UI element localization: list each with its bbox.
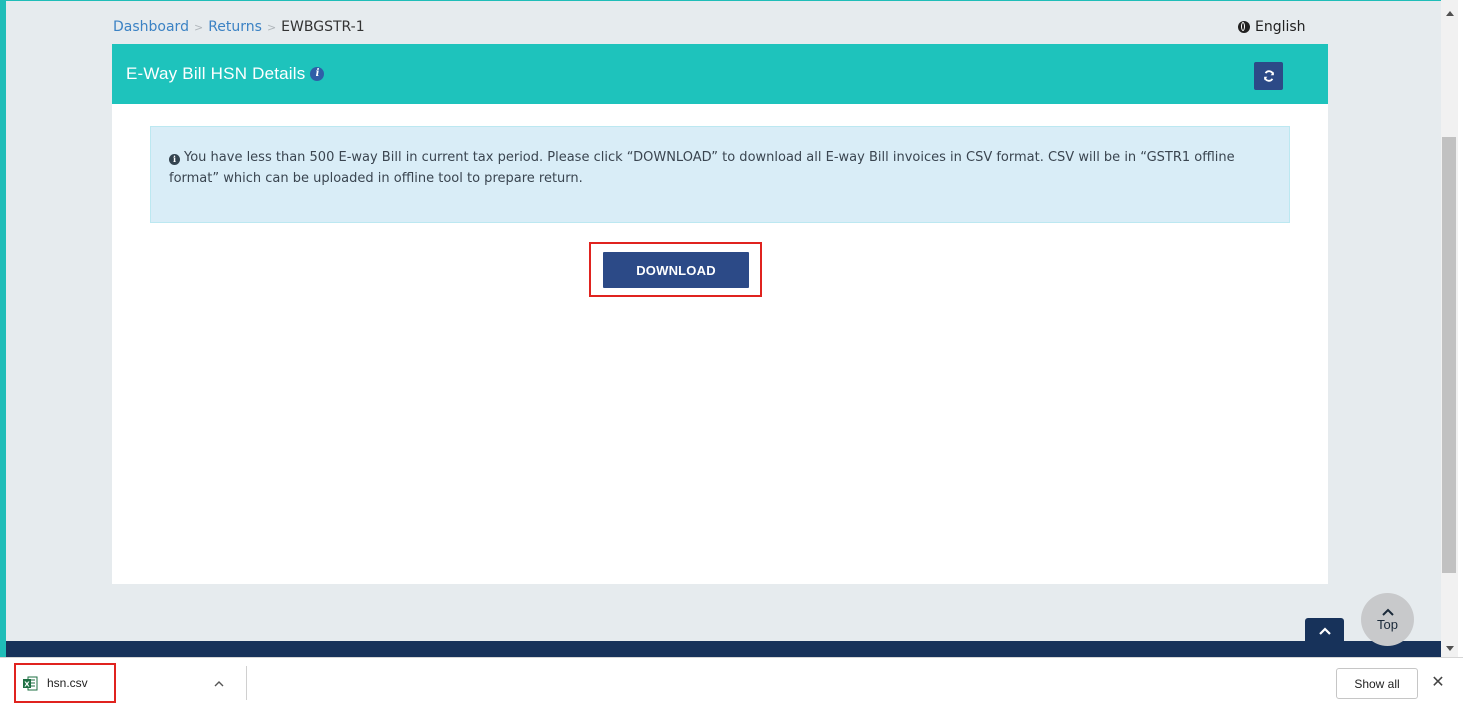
chevron-up-icon (1381, 608, 1394, 616)
refresh-icon (1263, 70, 1274, 82)
alert-text: You have less than 500 E-way Bill in cur… (169, 150, 1235, 186)
panel-header: E-Way Bill HSN Details i (112, 44, 1328, 104)
language-selector[interactable]: English (1238, 19, 1306, 35)
excel-icon: X (23, 676, 38, 690)
breadcrumb-dashboard[interactable]: Dashboard (113, 19, 189, 35)
refresh-button[interactable] (1254, 62, 1283, 90)
show-all-button[interactable]: Show all (1336, 668, 1418, 699)
page-title: E-Way Bill HSN Details (126, 64, 306, 83)
language-label: English (1255, 19, 1306, 35)
scrollbar-thumb[interactable] (1442, 137, 1456, 573)
back-to-top-button[interactable] (1305, 618, 1344, 643)
breadcrumb: Dashboard > Returns > EWBGSTR-1 (113, 19, 365, 35)
close-icon[interactable]: ✕ (1430, 672, 1446, 692)
download-button[interactable]: DOWNLOAD (603, 252, 749, 288)
globe-icon (1238, 21, 1250, 33)
breadcrumb-separator-icon: > (193, 20, 204, 34)
breadcrumb-returns[interactable]: Returns (208, 19, 262, 35)
chevron-up-icon (1318, 626, 1331, 635)
info-icon[interactable]: i (310, 67, 325, 81)
scroll-top-button[interactable]: Top (1361, 593, 1414, 646)
shelf-divider (246, 666, 247, 700)
panel-body: i You have less than 500 E-way Bill in cu… (112, 104, 1328, 584)
download-shelf: X hsn.csv Show all ✕ (0, 657, 1463, 707)
breadcrumb-separator-icon: > (266, 20, 277, 34)
page-viewport: Dashboard > Returns > EWBGSTR-1 English … (0, 0, 1441, 657)
download-menu-chevron-icon[interactable] (212, 676, 226, 690)
info-icon: i (169, 154, 180, 165)
scroll-up-arrow-icon[interactable] (1446, 11, 1454, 16)
breadcrumb-current: EWBGSTR-1 (281, 19, 365, 35)
scroll-down-arrow-icon[interactable] (1446, 646, 1454, 651)
scroll-top-label: Top (1377, 616, 1398, 632)
vertical-scrollbar[interactable] (1441, 0, 1458, 657)
footer-bar (6, 641, 1441, 657)
download-item[interactable]: X hsn.csv (14, 663, 116, 703)
svg-text:X: X (24, 680, 30, 688)
download-file-name: hsn.csv (47, 676, 88, 690)
info-alert: i You have less than 500 E-way Bill in cu… (150, 126, 1290, 223)
